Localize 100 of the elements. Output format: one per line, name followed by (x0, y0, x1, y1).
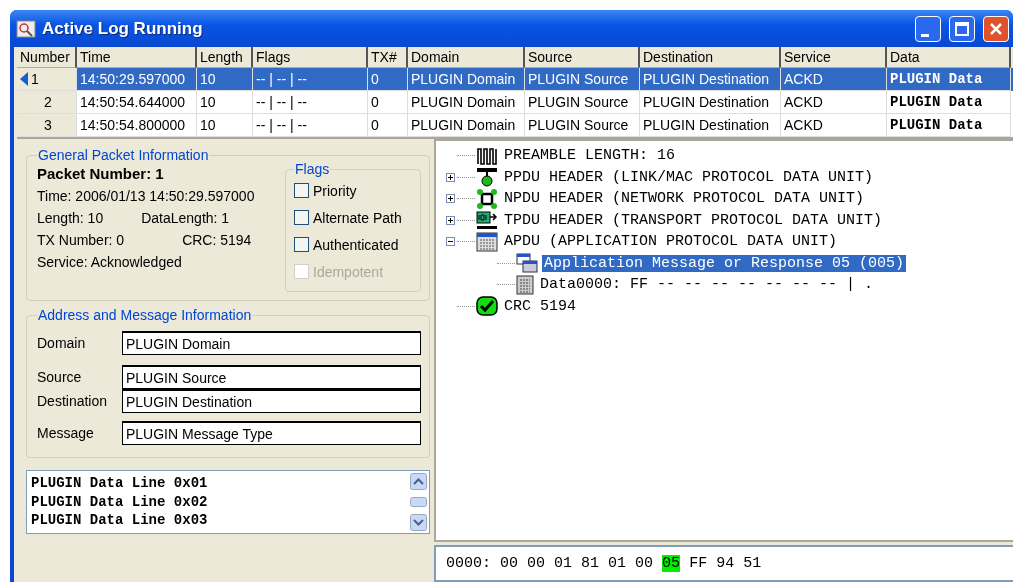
close-button[interactable] (983, 15, 1009, 42)
hex-byte[interactable]: 81 (581, 555, 600, 572)
hex-offset: 0000: (446, 555, 491, 572)
table-cell: PLUGIN Data (887, 114, 1011, 137)
data-line: PLUGIN Data Line 0x02 (31, 492, 209, 511)
table-cell: PLUGIN Domain (408, 68, 525, 91)
tree-item[interactable]: Application Message or Response 05 (005) (542, 254, 907, 272)
expand-icon[interactable] (446, 194, 455, 204)
table-cell: -- | -- | -- (253, 114, 368, 137)
close-icon (989, 21, 1003, 36)
group-title: Flags (294, 161, 331, 177)
minimize-button[interactable] (915, 15, 941, 42)
column-header[interactable]: Length (197, 47, 253, 68)
time-text: Time: 2006/01/13 14:50:29.597000 (37, 188, 255, 204)
table-cell: PLUGIN Data (887, 68, 1011, 91)
text-field[interactable]: PLUGIN Destination (122, 389, 421, 413)
table-row[interactable]: 2 14:50:54.644000 10 -- | -- | -- 0 PLUGIN Domain PLUGIN Source PLUGIN Destination ACKD PLUGIN Data (17, 91, 1013, 114)
collapse-icon[interactable] (446, 237, 455, 247)
text-field[interactable]: PLUGIN Message Type (122, 421, 421, 445)
table-cell: PLUGIN Domain (408, 91, 525, 114)
service-text: Service: Acknowledged (37, 254, 183, 270)
square-wave-icon (476, 146, 498, 165)
tree-item[interactable]: APDU (APPLICATION PROTOCOL DATA UNIT) (502, 233, 840, 251)
hex-byte[interactable]: 00 (500, 555, 519, 572)
table-cell: -- | -- | -- (253, 91, 368, 114)
tree-item[interactable]: CRC 5194 (502, 297, 578, 315)
calculator-window-icon (476, 231, 498, 252)
table-cell: ACKD (781, 68, 887, 91)
stacked-windows-icon (516, 253, 538, 274)
table-cell-text: 1 (31, 70, 39, 89)
maximize-icon (955, 21, 969, 36)
column-header[interactable]: TX# (368, 47, 408, 68)
table-row[interactable]: 3 14:50:54.800000 10 -- | -- | -- 0 PLUGIN Domain PLUGIN Source PLUGIN Destination ACKD PLUGIN Data (17, 114, 1013, 137)
column-header[interactable]: Service (781, 47, 887, 68)
hex-byte[interactable]: FF (689, 555, 708, 572)
hex-byte[interactable]: 00 (527, 555, 546, 572)
tx-number-text: TX Number: 0 (37, 232, 125, 248)
check-mark-icon (476, 296, 498, 317)
table-cell: 0 (368, 114, 408, 137)
table-cell: -- | -- | -- (253, 68, 368, 91)
maximize-button[interactable] (949, 15, 975, 42)
table-cell: 10 (197, 68, 253, 91)
table-cell: 14:50:29.597000 (77, 68, 197, 91)
column-header[interactable]: Flags (253, 47, 368, 68)
checkbox-label: Priority (313, 182, 357, 199)
tree-item[interactable]: PPDU HEADER (LINK/MAC PROTOCOL DATA UNIT) (502, 168, 876, 186)
column-header[interactable]: Time (77, 47, 197, 68)
table-cell-text: 2 (44, 93, 52, 112)
hex-byte[interactable]: 51 (743, 555, 762, 572)
table-cell: PLUGIN Data (887, 91, 1011, 114)
table-cell: PLUGIN Domain (408, 114, 525, 137)
packet-number: Packet Number: 1 (37, 165, 165, 182)
column-header[interactable]: Domain (408, 47, 525, 68)
field-label: Domain (37, 335, 87, 351)
hex-byte[interactable]: 01 (554, 555, 573, 572)
table-cell: PLUGIN Source (525, 91, 640, 114)
table-cell: PLUGIN Destination (640, 91, 781, 114)
field-label: Message (37, 425, 95, 441)
data-length-text: DataLength: 1 (141, 210, 230, 226)
hex-byte[interactable]: 00 (635, 555, 654, 572)
table-cell: ACKD (781, 91, 887, 114)
checkbox[interactable] (294, 183, 309, 198)
tree-item[interactable]: NPDU HEADER (NETWORK PROTOCOL DATA UNIT) (502, 190, 867, 208)
table-cell: 10 (197, 91, 253, 114)
length-text: Length: 10 (37, 210, 104, 226)
transport-icon (476, 210, 498, 231)
hex-byte[interactable]: 05 (662, 555, 681, 572)
scroll-down-button[interactable] (410, 514, 427, 531)
expand-icon[interactable] (446, 215, 455, 225)
table-cell: PLUGIN Destination (640, 68, 781, 91)
hex-byte[interactable]: 01 (608, 555, 627, 572)
checkbox[interactable] (294, 210, 309, 225)
field-label: Destination (37, 393, 109, 409)
text-field[interactable]: PLUGIN Source (122, 365, 421, 389)
column-header[interactable]: Number (17, 47, 77, 68)
text-field[interactable]: PLUGIN Domain (122, 331, 421, 355)
tree-item[interactable]: PREAMBLE LENGTH: 16 (502, 147, 678, 165)
group-title: General Packet Information (37, 147, 210, 163)
window-title: Active Log Running (42, 18, 203, 39)
table-row[interactable]: 1 14:50:29.597000 10 -- | -- | -- 0 PLUGIN Domain PLUGIN Source PLUGIN Destination ACKD PLUGIN Data (17, 68, 1013, 91)
expand-icon[interactable] (446, 172, 455, 182)
tree-item[interactable]: Data0000: FF -- -- -- -- -- -- -- | . (538, 276, 876, 294)
magnifier-app-icon (16, 19, 36, 38)
checkbox-label: Alternate Path (313, 209, 402, 226)
table-cell: 0 (368, 91, 408, 114)
field-label: Source (37, 369, 83, 385)
checkbox-label: Idempotent (313, 263, 384, 280)
current-row-arrow-icon (20, 72, 28, 86)
group-title: Address and Message Information (37, 307, 253, 323)
minimize-icon (921, 34, 929, 37)
checkbox[interactable] (294, 237, 309, 252)
tree-item[interactable]: TPDU HEADER (TRANSPORT PROTOCOL DATA UNIT) (502, 211, 885, 229)
column-header[interactable]: Source (525, 47, 640, 68)
scroll-up-button[interactable] (410, 473, 427, 490)
column-header[interactable]: Destination (640, 47, 781, 68)
scroll-thumb[interactable] (410, 497, 427, 507)
hex-byte[interactable]: 94 (716, 555, 735, 572)
column-header[interactable]: Data (887, 47, 1011, 68)
keypad-icon (516, 274, 534, 295)
crc-text: CRC: 5194 (182, 232, 252, 248)
